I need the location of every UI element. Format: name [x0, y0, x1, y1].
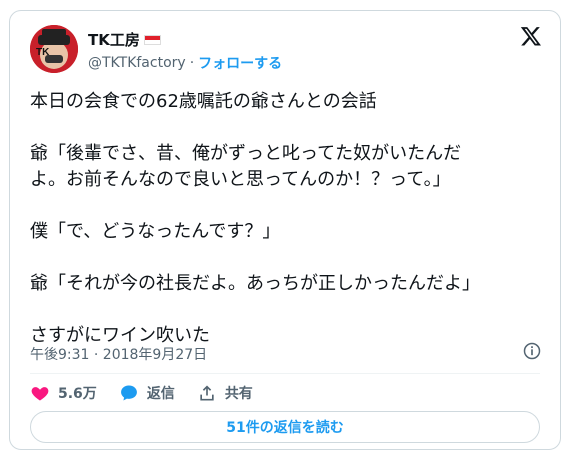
tweet-timestamp-row: 午後9:31 · 2018年9月27日	[30, 344, 207, 364]
speech-bubble-icon	[120, 385, 137, 401]
author-display-name[interactable]: TK工房	[88, 29, 140, 50]
share-label: 共有	[224, 386, 253, 402]
reply-label: 返信	[146, 386, 175, 402]
read-replies-label: 51件の返信を読む	[226, 420, 344, 436]
like-button[interactable]: 5.6万	[30, 383, 97, 403]
tweet-line: 爺「それが今の社長だよ。あっちが正しかったんだよ」	[30, 273, 480, 294]
separator-dot: ·	[189, 55, 195, 71]
reply-button[interactable]: 返信	[119, 383, 175, 403]
author-handle[interactable]: @TKTKfactory	[88, 55, 186, 71]
read-replies-button[interactable]: 51件の返信を読む	[30, 411, 540, 443]
flag-icon	[143, 34, 161, 45]
share-icon	[200, 385, 214, 401]
heart-icon	[31, 387, 49, 401]
avatar[interactable]: TK	[30, 25, 78, 73]
author-name-row: TK工房	[88, 29, 161, 50]
tweet-line: 爺「後輩でさ、昔、俺がずっと叱ってた奴がいたんだ	[30, 143, 462, 164]
like-count: 5.6万	[58, 386, 97, 402]
info-icon[interactable]	[522, 341, 542, 361]
follow-button[interactable]: フォローする	[198, 53, 282, 73]
action-bar: 5.6万 返信 共有	[30, 383, 275, 403]
tweet-line: 本日の会食での62歳嘱託の爺さんとの会話	[30, 91, 377, 112]
share-button[interactable]: 共有	[197, 383, 253, 403]
tweet-card: TK TK工房 @TKTKfactory · フォローする 本日の会食での62歳…	[9, 10, 561, 450]
avatar-text: TK	[36, 47, 50, 58]
avatar-image: TK	[30, 25, 78, 73]
x-logo-icon[interactable]	[520, 25, 542, 47]
divider	[30, 373, 540, 374]
author-handle-row: @TKTKfactory · フォローする	[88, 53, 282, 73]
tweet-line: 僕「で、どうなったんです？」	[30, 221, 281, 242]
tweet-line: よ。お前そんなので良いと思ってんのか！？って。」	[30, 169, 451, 190]
tweet-text: 本日の会食での62歳嘱託の爺さんとの会話 爺「後輩でさ、昔、俺がずっと叱ってた奴…	[30, 89, 550, 349]
tweet-timestamp[interactable]: 午後9:31 · 2018年9月27日	[30, 344, 207, 364]
